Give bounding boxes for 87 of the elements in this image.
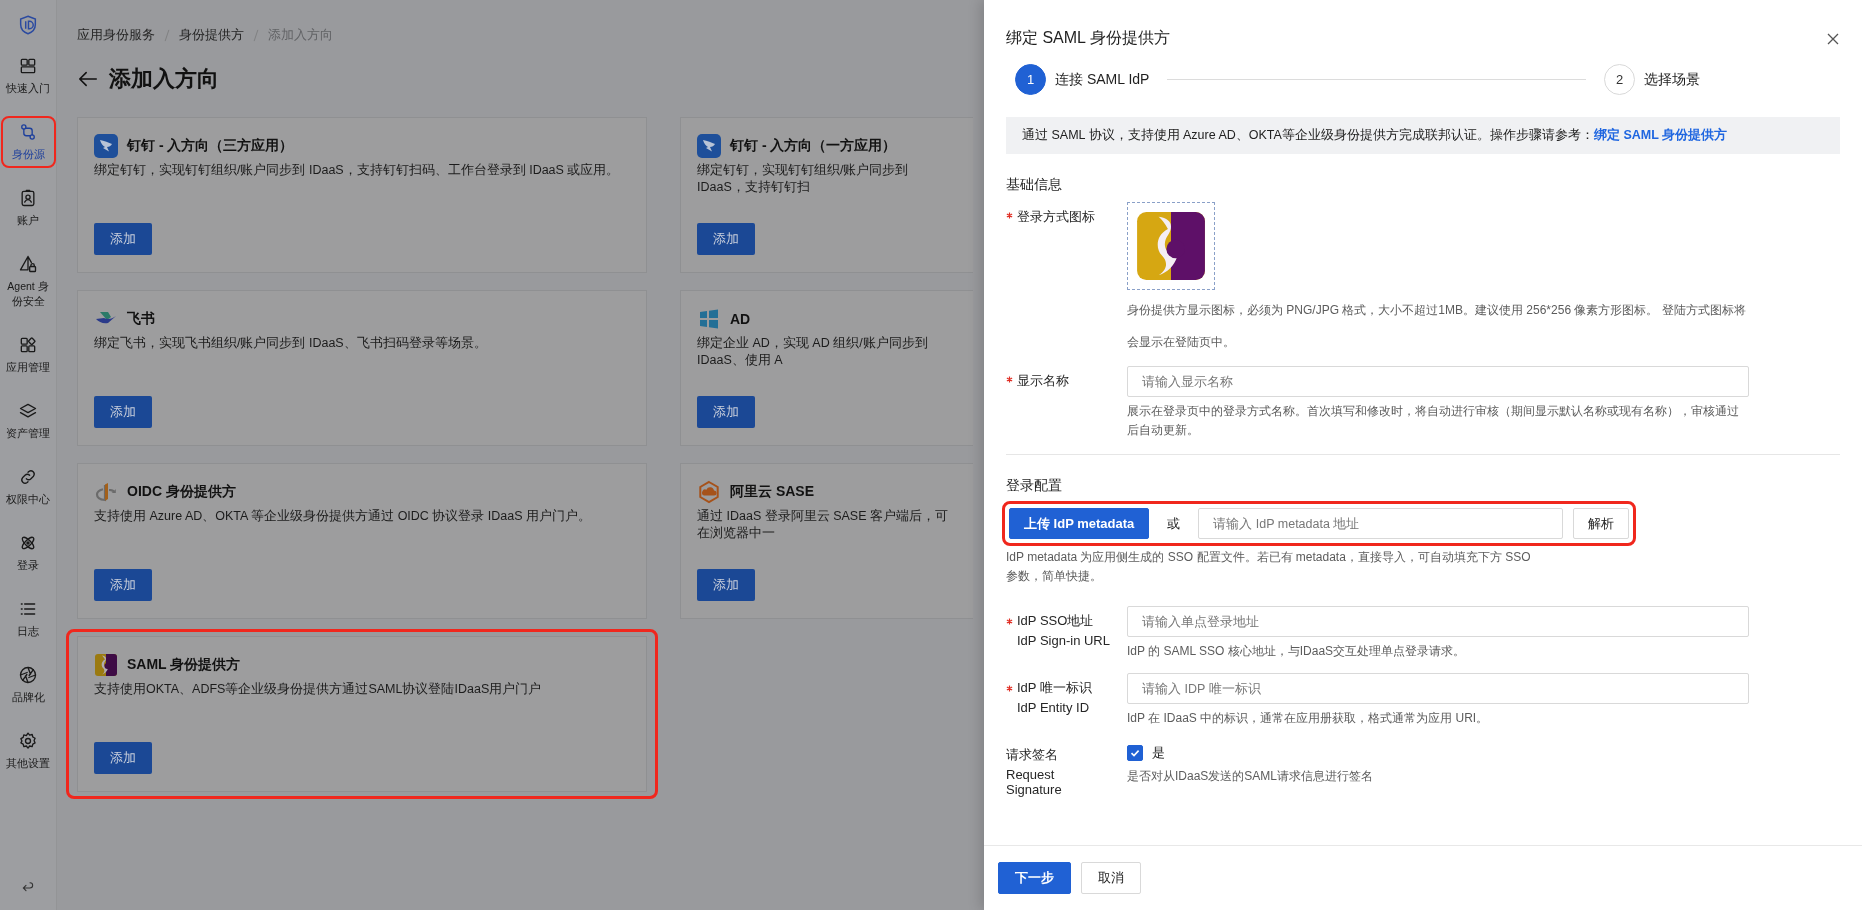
nodes-icon	[18, 122, 38, 142]
nav-item[interactable]: 快速入门	[0, 50, 56, 102]
icon-upload[interactable]	[1127, 202, 1215, 290]
card-title: 钉钉 - 入方向（一方应用）	[730, 137, 897, 155]
provider-logo-icon	[697, 307, 721, 331]
help-text: IdP 在 IDaaS 中的标识，通常在应用册获取，格式通常为应用 URI。	[1127, 710, 1490, 727]
grid-icon	[18, 56, 38, 76]
input-field[interactable]: 请输入 IdP metadata 地址	[1198, 508, 1563, 539]
card-description: 支持使用OKTA、ADFS等企业级身份提供方通过SAML协议登陆IDaaS用户门户	[94, 681, 543, 698]
provider-logo-icon	[94, 653, 118, 677]
add-button[interactable]: 添加	[697, 396, 755, 428]
nav-item[interactable]: 其他设置	[0, 725, 56, 777]
section-heading: 登录配置	[1006, 477, 1063, 495]
add-button[interactable]: 添加	[697, 223, 755, 255]
nav-item[interactable]: 身份源	[0, 116, 56, 168]
nav-item[interactable]: 品牌化	[0, 659, 56, 711]
provider-logo-icon	[94, 134, 118, 158]
card-title: OIDC 身份提供方	[127, 483, 236, 501]
input-field[interactable]: 请输入单点登录地址	[1127, 606, 1749, 637]
card-title: 钉钉 - 入方向（三方应用）	[127, 137, 294, 155]
card-title: 阿里云 SASE	[730, 483, 814, 501]
next-button[interactable]: 下一步	[998, 862, 1071, 894]
add-button[interactable]: 添加	[94, 742, 152, 774]
separator-icon	[164, 28, 170, 42]
apps-icon	[18, 335, 38, 355]
step-number: 1	[1015, 64, 1046, 95]
card-title: SAML 身份提供方	[127, 656, 241, 674]
provider-logo-icon	[94, 480, 118, 504]
parse-button[interactable]: 解析	[1573, 508, 1629, 539]
input-field[interactable]: 请输入 IDP 唯一标识	[1127, 673, 1749, 704]
checkbox[interactable]	[1127, 745, 1143, 761]
breadcrumb-item[interactable]: 身份提供方	[179, 26, 244, 44]
nav-item[interactable]: 资产管理	[0, 395, 56, 447]
info-text: 通过 SAML 协议，支持使用 Azure AD、OKTA等企业级身份提供方完成联邦认证。操作步骤请参考：	[1022, 128, 1594, 142]
card-description: 绑定企业 AD，实现 AD 组织/账户同步到 IDaaS、使用 A	[697, 335, 929, 369]
field-sublabel: IdP Sign-in URL	[1016, 633, 1110, 648]
section-heading: 基础信息	[1006, 176, 1063, 194]
provider-logo-icon	[697, 134, 721, 158]
help-text: 身份提供方显示图标，必须为 PNG/JPG 格式，大小不超过1MB。建议使用 256*256 像素方形图标。 登陆方式图标将会显示在登陆页中。	[1127, 302, 1747, 351]
field-sublabel: Request Signature	[1006, 767, 1063, 797]
help-text: 是否对从IDaaS发送的SAML请求信息进行签名	[1127, 768, 1375, 785]
card-description: 绑定钉钉，实现钉钉组织/账户同步到 IDaaS，支持钉钉扫	[697, 162, 910, 196]
field-label: IdP 唯一标识	[1017, 679, 1092, 697]
step-label: 连接 SAML IdP	[1055, 70, 1150, 89]
card-title: 飞书	[127, 310, 155, 328]
add-button[interactable]: 添加	[94, 223, 152, 255]
help-text: 展示在登录页中的登录方式名称。首次填写和修改时，将自动进行审核（期间显示默认名称或现有名称），审核通过后自动更新。	[1127, 403, 1740, 439]
checkbox-label: 是	[1152, 744, 1165, 762]
card-title: AD	[730, 311, 751, 327]
help-text: IdP 的 SAML SSO 核心地址，与IDaaS交互处理单点登录请求。	[1127, 643, 1467, 660]
aperture-icon	[18, 665, 38, 685]
input-field[interactable]: 请输入显示名称	[1127, 366, 1749, 397]
card-description: 支持使用 Azure AD、OKTA 等企业级身份提供方通过 OIDC 协议登录 IDaaS 用户门户。	[94, 508, 593, 525]
help-text: IdP metadata 为应用侧生成的 SSO 配置文件。若已有 metadata，直接导入，可自动填充下方 SSO 参数，简单快捷。	[1006, 549, 1532, 585]
field-label: IdP SSO地址	[1017, 612, 1094, 630]
nav-item[interactable]: 日志	[0, 593, 56, 645]
shield-logo-icon	[17, 14, 39, 36]
add-button[interactable]: 添加	[697, 569, 755, 601]
drawer-title: 绑定 SAML 身份提供方	[1006, 28, 1170, 48]
field-label: 请求签名	[1006, 746, 1058, 764]
nav-item[interactable]: 登录	[0, 527, 56, 579]
step-label: 选择场景	[1644, 70, 1700, 89]
upload-button[interactable]: 上传 IdP metadata	[1009, 508, 1150, 539]
add-button[interactable]: 添加	[94, 569, 152, 601]
nav-item[interactable]: 账户	[0, 182, 56, 234]
provider-logo-icon	[1134, 209, 1208, 283]
separator-icon	[253, 28, 259, 42]
or-text: 或	[1166, 514, 1182, 533]
field-label: 显示名称	[1017, 372, 1069, 390]
close-icon[interactable]	[1826, 31, 1840, 46]
page-title: 添加入方向	[109, 65, 219, 93]
field-sublabel: IdP Entity ID	[1016, 700, 1089, 715]
card-description: 通过 IDaaS 登录阿里云 SASE 客户端后，可在浏览器中一	[697, 508, 949, 542]
settings-icon	[18, 731, 38, 751]
cancel-button[interactable]: 取消	[1081, 862, 1141, 894]
nav-item[interactable]: Agent 身份安全	[0, 248, 56, 315]
add-button[interactable]: 添加	[94, 396, 152, 428]
nav-item[interactable]: 应用管理	[0, 329, 56, 381]
card-description: 绑定钉钉，实现钉钉组织/账户同步到 IDaaS，支持钉钉扫码、工作台登录到 IDaaS 或应用。	[94, 162, 621, 179]
field-label: 登录方式图标	[1017, 208, 1095, 226]
provider-logo-icon	[697, 480, 721, 504]
nav-item[interactable]: 权限中心	[0, 461, 56, 513]
card-description: 绑定飞书，实现飞书组织/账户同步到 IDaaS、飞书扫码登录等场景。	[94, 335, 488, 352]
triangle-lock-icon	[18, 254, 38, 274]
breadcrumb-item[interactable]: 应用身份服务	[77, 26, 155, 44]
help-link[interactable]: 绑定 SAML 身份提供方	[1593, 128, 1728, 142]
link-icon	[18, 467, 38, 487]
